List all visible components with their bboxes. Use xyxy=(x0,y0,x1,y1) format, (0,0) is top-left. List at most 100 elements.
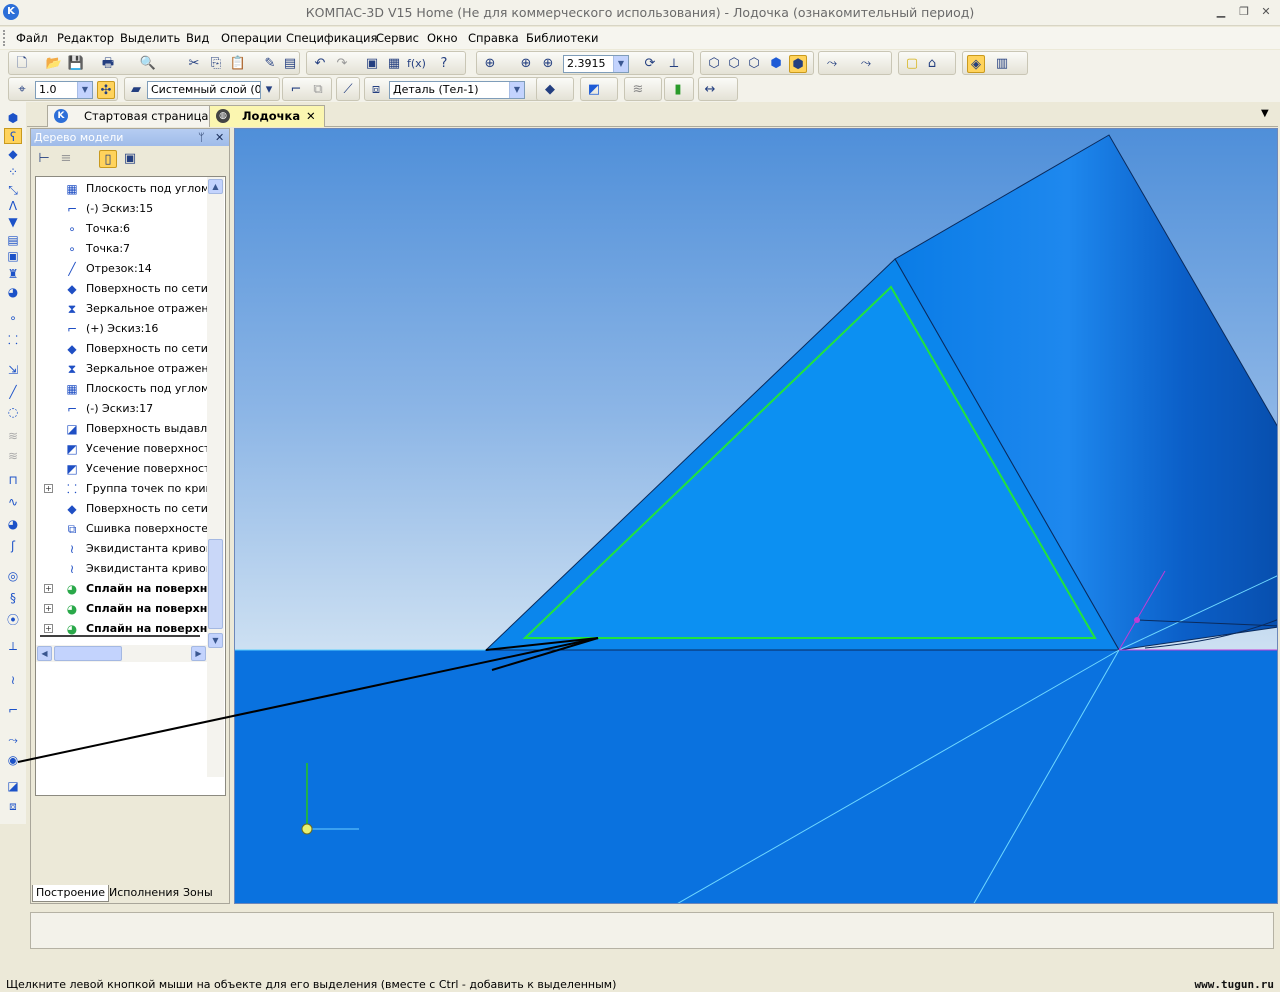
minimize-icon[interactable]: ▁ xyxy=(1213,5,1229,20)
preview-icon[interactable]: 🔍 xyxy=(139,55,157,73)
menu-help[interactable]: Справка xyxy=(468,31,519,45)
connect-curve-tool-icon[interactable]: ⌐ xyxy=(4,702,22,718)
menu-view[interactable]: Вид xyxy=(186,31,209,45)
expand-icon[interactable]: + xyxy=(44,584,53,593)
detail-icon[interactable]: ⧈ xyxy=(367,81,385,99)
menu-edit[interactable]: Редактор xyxy=(57,31,114,45)
copy-icon[interactable]: ⎘ xyxy=(207,55,225,73)
material-icon[interactable]: ◩ xyxy=(585,81,603,99)
tree-mode-icon[interactable]: ▯ xyxy=(99,150,117,168)
highlight-icon[interactable]: ◈ xyxy=(967,55,985,73)
step-icon[interactable]: ⌖ xyxy=(13,81,31,99)
expand-icon[interactable]: + xyxy=(44,484,53,493)
tree-item[interactable]: ▦ Плоскость под углом:5 xyxy=(36,379,208,399)
step-dropdown-icon[interactable]: ▼ xyxy=(77,82,92,98)
halftone-icon[interactable]: ⬢ xyxy=(767,55,785,73)
tabs-overflow-icon[interactable]: ▼ xyxy=(1261,108,1269,119)
tree-item[interactable]: ▦ Плоскость под углом:2 xyxy=(36,179,208,199)
sheet-tool-icon[interactable]: ◕ xyxy=(4,284,22,300)
spec-icon[interactable]: ▤ xyxy=(281,55,299,73)
offset-tool-icon[interactable]: § xyxy=(4,590,22,606)
contour-tool-icon[interactable]: ◎ xyxy=(4,568,22,584)
measure-icon[interactable]: ▥ xyxy=(993,55,1011,73)
tree-structure-icon[interactable]: ⊢ xyxy=(35,150,53,168)
spec-tool-icon[interactable]: ▤ xyxy=(4,232,22,248)
expand-icon[interactable]: + xyxy=(44,624,53,633)
scroll-up-icon[interactable]: ▲ xyxy=(208,179,223,194)
close-panel-icon[interactable]: ✕ xyxy=(215,129,224,146)
tree-item[interactable]: ⌐ (-) Эскиз:15 xyxy=(36,199,208,219)
tree-item[interactable]: ◪ Поверхность выдавлив xyxy=(36,419,208,439)
paste-icon[interactable]: 📋 xyxy=(229,55,247,73)
tree-item[interactable]: ≀ Эквидистанта кривой:3 xyxy=(36,559,208,579)
scroll-down-icon[interactable]: ▼ xyxy=(208,633,223,648)
detail-dropdown-icon[interactable]: ▼ xyxy=(509,82,524,98)
layer-props-icon[interactable]: ≋ xyxy=(629,81,647,99)
scroll-right-icon[interactable]: ▶ xyxy=(191,646,206,661)
menu-service[interactable]: Сервис xyxy=(376,31,419,45)
halftone-edges-icon[interactable]: ⬢ xyxy=(789,55,807,73)
save-icon[interactable]: 💾 xyxy=(67,55,85,73)
close-icon[interactable]: ✕ xyxy=(1258,5,1274,20)
point-tool-icon[interactable]: ∘ xyxy=(4,310,22,326)
thin-lines-icon[interactable]: ⬡ xyxy=(745,55,763,73)
hidden-lines-icon[interactable]: ⬡ xyxy=(725,55,743,73)
arrays-icon[interactable]: ⁘ xyxy=(4,164,22,180)
stitch-tool-icon[interactable]: ⧈ xyxy=(4,798,22,814)
tree-filter-icon[interactable]: ▣ xyxy=(121,150,139,168)
step-combo[interactable]: 1.0 ▼ xyxy=(35,81,93,99)
spline-on-surface-active-icon[interactable]: ◉ xyxy=(4,752,22,768)
tree-item[interactable]: + ◕ Сплайн на поверхнос xyxy=(36,579,208,599)
properties-icon[interactable]: ✎ xyxy=(261,55,279,73)
zoom-window-icon[interactable]: ⊕ xyxy=(481,55,499,73)
origin-point[interactable] xyxy=(301,823,313,835)
tree-item[interactable]: ╱ Отрезок:14 xyxy=(36,259,208,279)
scroll-left-icon[interactable]: ◀ xyxy=(37,646,52,661)
tree-item[interactable]: ⌐ (+) Эскиз:16 xyxy=(36,319,208,339)
zoom-combo[interactable]: 2.3915 ▼ xyxy=(563,55,629,73)
dimensions-icon[interactable]: ↔ xyxy=(701,81,719,99)
surface-curve-tool-icon[interactable]: ◪ xyxy=(4,778,22,794)
tab-versions[interactable]: Исполнения xyxy=(106,885,182,902)
menu-window[interactable]: Окно xyxy=(427,31,458,45)
zoom-in-icon[interactable]: ⊕ xyxy=(517,55,535,73)
menu-libraries[interactable]: Библиотеки xyxy=(526,31,599,45)
layer-combo[interactable]: Системный слой (0) xyxy=(147,81,261,99)
snap-icon[interactable]: ✣ xyxy=(97,81,115,99)
orientation-icon[interactable]: ⟂ xyxy=(665,55,683,73)
help-pointer-icon[interactable]: ? xyxy=(435,55,453,73)
layer-icon[interactable]: ▰ xyxy=(127,81,145,99)
menu-operations[interactable]: Операции xyxy=(221,31,282,45)
filters-tool-icon[interactable]: ▼ xyxy=(4,214,22,230)
offset-curve-tool-icon[interactable]: ≀ xyxy=(4,672,22,688)
close-tab-icon[interactable]: ✕ xyxy=(306,106,316,126)
menu-specification[interactable]: Спецификация xyxy=(286,31,377,45)
elements-tool-icon[interactable]: ♜ xyxy=(4,266,22,282)
hscroll-thumb[interactable] xyxy=(54,646,122,661)
edit-part-icon[interactable]: ⬢ xyxy=(4,110,22,126)
zoom-dropdown-icon[interactable]: ▼ xyxy=(613,56,628,72)
tree-horizontal-scrollbar[interactable]: ◀ ▶ xyxy=(36,645,208,662)
tree-item[interactable]: ⌐ (-) Эскиз:17 xyxy=(36,399,208,419)
projection-tool-icon[interactable]: ⟂ xyxy=(4,638,22,654)
model-viewport[interactable] xyxy=(234,128,1278,904)
tree-item[interactable]: ◆ Поверхность по сети кр xyxy=(36,279,208,299)
edit-sketch-icon[interactable]: ⧉ xyxy=(309,81,327,99)
variables-icon[interactable]: ▦ xyxy=(385,55,403,73)
tree-view-icon[interactable]: ≡ xyxy=(57,150,75,168)
wireframe-icon[interactable]: ⬡ xyxy=(705,55,723,73)
tree-item[interactable]: + ⸬ Группа точек по кривой xyxy=(36,479,208,499)
color-icon[interactable]: ◆ xyxy=(541,81,559,99)
line-tool-icon[interactable]: ╱ xyxy=(4,384,22,400)
spline-tool-icon[interactable]: ∿ xyxy=(4,494,22,510)
tree-item[interactable]: + ◕ Сплайн на поверхнос xyxy=(36,619,208,639)
selection-filter-icon[interactable]: ⤳ xyxy=(857,55,875,73)
sketch-mode-icon[interactable]: ⌐ xyxy=(287,81,305,99)
tree-item[interactable]: ⧗ Зеркальное отражение xyxy=(36,359,208,379)
tab-start-page[interactable]: K Стартовая страница xyxy=(47,105,223,127)
reports-tool-icon[interactable]: ▣ xyxy=(4,248,22,264)
aux-geometry-icon[interactable]: ⤡ xyxy=(4,182,22,198)
menu-grip[interactable] xyxy=(3,30,7,46)
tree-vertical-scrollbar[interactable]: ▲ ▼ xyxy=(207,177,224,777)
selected-point[interactable] xyxy=(1134,617,1140,623)
